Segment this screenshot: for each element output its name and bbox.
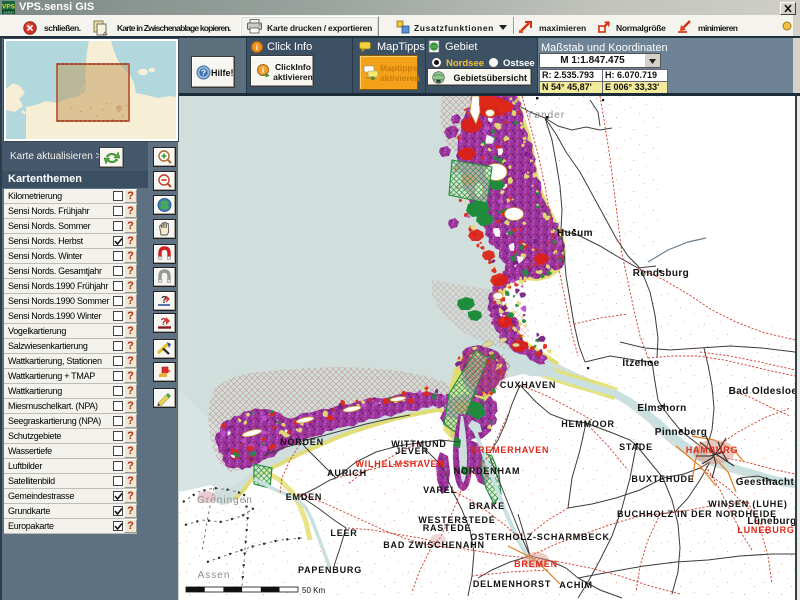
svg-text:AURICH: AURICH (327, 468, 367, 478)
svg-text:ACHIM: ACHIM (559, 580, 593, 590)
svg-text:LEER: LEER (330, 528, 357, 538)
svg-text:HEMMOOR: HEMMOOR (561, 419, 615, 429)
svg-text:OSTERHOLZ-SCHARMBECK: OSTERHOLZ-SCHARMBECK (470, 532, 610, 542)
svg-text:CUXHAVEN: CUXHAVEN (500, 380, 556, 390)
svg-text:RASTEDE: RASTEDE (423, 523, 472, 533)
svg-text:WILHELMSHAVEN: WILHELMSHAVEN (355, 459, 444, 469)
svg-text:NORDENHAM: NORDENHAM (454, 466, 521, 476)
svg-text:BUXTEHUDE: BUXTEHUDE (631, 474, 694, 484)
svg-text:WINSEN (LUHE): WINSEN (LUHE) (708, 499, 787, 509)
svg-text:BREMEN: BREMEN (514, 559, 558, 569)
svg-text:BRAKE: BRAKE (469, 501, 505, 511)
svg-text:Groningen: Groningen (197, 495, 253, 506)
svg-text:Pinneberg: Pinneberg (655, 427, 708, 438)
svg-text:PAPENBURG: PAPENBURG (298, 565, 362, 575)
svg-text:STADE: STADE (619, 442, 653, 452)
svg-text:Assen: Assen (198, 570, 231, 581)
svg-text:?: ? (201, 68, 206, 78)
svg-text:i: i (256, 43, 258, 52)
svg-text:i: i (262, 66, 264, 75)
svg-text:sensi: sensi (3, 9, 13, 14)
svg-text:50 Km: 50 Km (302, 586, 325, 595)
svg-text:Elmshorn: Elmshorn (637, 403, 686, 414)
svg-text:BAD ZWISCHENAHN: BAD ZWISCHENAHN (383, 540, 485, 550)
svg-text:Bad Oldesloe: Bad Oldesloe (729, 386, 795, 397)
svg-text:Itzehoe: Itzehoe (622, 358, 659, 369)
svg-text:Tønder: Tønder (527, 110, 565, 121)
svg-text:BREMERHAVEN: BREMERHAVEN (471, 445, 550, 455)
svg-text:JEVER: JEVER (395, 446, 429, 456)
svg-text:Geesthacht: Geesthacht (736, 477, 795, 488)
svg-text:LUNEBURG: LUNEBURG (737, 525, 794, 535)
svg-text:Rendsburg: Rendsburg (633, 268, 689, 279)
svg-text:DELMENHORST: DELMENHORST (473, 579, 551, 589)
svg-text:HAMBURG: HAMBURG (686, 445, 739, 455)
svg-text:VAREL: VAREL (423, 485, 457, 495)
svg-text:EMDEN: EMDEN (286, 492, 323, 502)
svg-text:NORDEN: NORDEN (280, 437, 324, 447)
svg-text:Husum: Husum (557, 228, 593, 239)
